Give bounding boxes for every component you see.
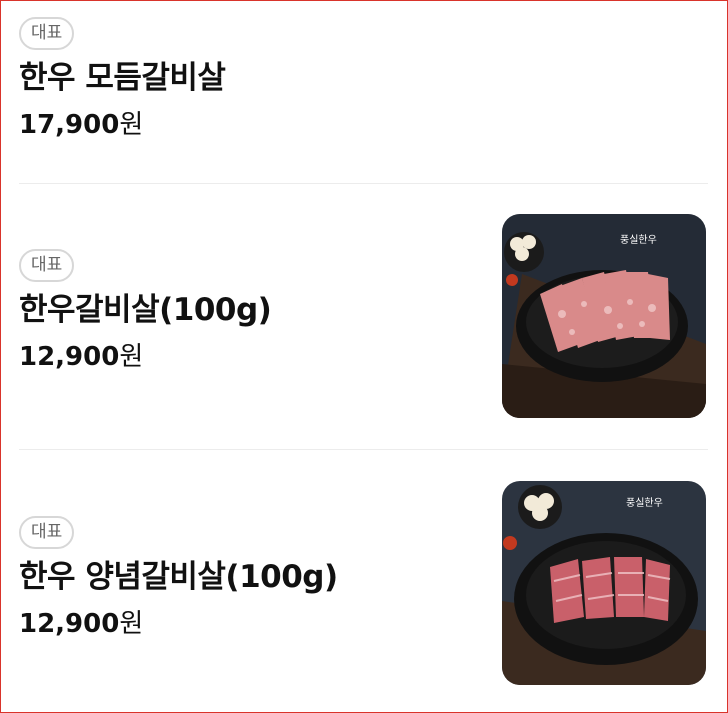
price-value: 12,900 — [19, 342, 120, 372]
divider — [19, 183, 708, 184]
price-currency: 원 — [119, 609, 144, 639]
price-currency: 원 — [119, 342, 144, 372]
menu-item-photo[interactable]: 풍실한우 — [502, 214, 706, 418]
brand-logo-text: 풍실한우 — [620, 234, 657, 246]
price-currency: 원 — [119, 110, 144, 140]
signature-badge: 대표 — [19, 516, 75, 549]
menu-item-price: 17,900원 — [19, 110, 708, 140]
signature-badge: 대표 — [19, 249, 75, 282]
price-value: 12,900 — [19, 609, 120, 639]
divider — [19, 449, 708, 450]
menu-item-name: 한우 모듬갈비살 — [19, 60, 226, 96]
brand-logo-text: 풍실한우 — [626, 497, 663, 509]
menu-item[interactable]: 대표 한우 모듬갈비살 17,900원 — [19, 17, 708, 140]
signature-badge: 대표 — [19, 17, 75, 50]
menu-item-photo[interactable]: 풍실한우 — [502, 481, 706, 685]
price-value: 17,900 — [19, 110, 120, 140]
